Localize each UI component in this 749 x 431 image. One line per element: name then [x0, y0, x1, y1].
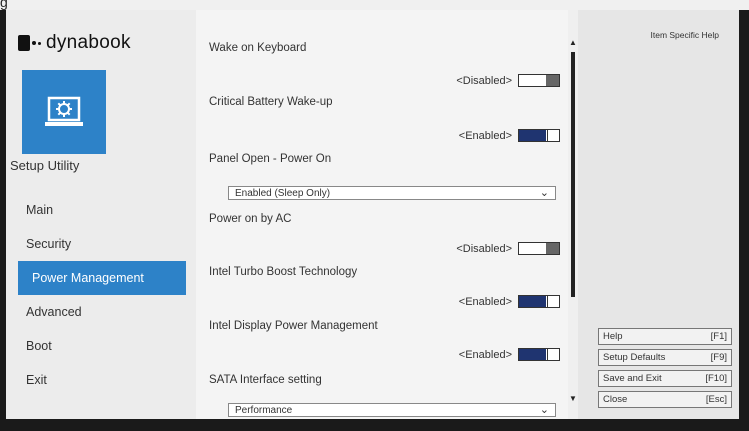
arrow-up-icon[interactable]: ▲: [569, 38, 577, 47]
sata-dropdown[interactable]: Performance ⌄: [228, 403, 556, 417]
settings-scrollbar[interactable]: ▲ ▼: [568, 10, 578, 419]
save-and-exit-key-button[interactable]: Save and Exit [F10]: [598, 370, 732, 387]
key-shortcut: [F1]: [710, 331, 727, 342]
critical-battery-toggle[interactable]: [518, 129, 560, 142]
turbo-boost-value: <Enabled>: [458, 295, 512, 308]
chevron-down-icon: ⌄: [539, 404, 549, 416]
critical-battery-control[interactable]: <Enabled>: [459, 129, 560, 142]
panel-open-label: Panel Open - Power On: [209, 153, 332, 165]
display-power-control[interactable]: <Enabled>: [459, 348, 560, 361]
turbo-boost-control[interactable]: <Enabled>: [459, 295, 560, 308]
sidebar-item-power-management[interactable]: Power Management: [18, 261, 186, 295]
display-power-toggle[interactable]: [518, 348, 560, 361]
screen-bezel-top: g: [0, 0, 749, 10]
turbo-boost-toggle[interactable]: [518, 295, 560, 308]
turbo-boost-label: Intel Turbo Boost Technology: [209, 266, 358, 278]
settings-panel: Wake on Keyboard <Disabled> Critical Bat…: [196, 10, 568, 419]
panel-open-value: Enabled (Sleep Only): [235, 188, 331, 199]
power-on-ac-toggle[interactable]: [518, 242, 560, 255]
key-shortcut: [F10]: [705, 373, 727, 384]
power-on-ac-label: Power on by AC: [209, 213, 292, 225]
display-power-label: Intel Display Power Management: [209, 320, 378, 332]
power-on-ac-value: <Disabled>: [456, 242, 512, 255]
sata-label: SATA Interface setting: [209, 374, 322, 386]
sata-value: Performance: [235, 405, 293, 416]
power-on-ac-control[interactable]: <Disabled>: [456, 242, 560, 255]
chevron-down-icon: ⌄: [539, 187, 549, 199]
help-panel: Item Specific Help Help [F1] Setup Defau…: [578, 10, 739, 419]
key-shortcut: [Esc]: [705, 394, 727, 405]
bios-screen: dynabook Setup Utility Main Security Pow…: [6, 10, 739, 419]
key-label: Setup Defaults: [603, 352, 666, 363]
key-shortcut: [F9]: [710, 352, 727, 363]
wake-on-keyboard-label: Wake on Keyboard: [209, 42, 307, 54]
wake-on-keyboard-toggle[interactable]: [518, 74, 560, 87]
panel-open-dropdown[interactable]: Enabled (Sleep Only) ⌄: [228, 186, 556, 200]
wake-on-keyboard-value: <Disabled>: [456, 74, 512, 87]
laptop-gear-icon: [45, 96, 83, 126]
help-key-button[interactable]: Help [F1]: [598, 328, 732, 345]
key-label: Close: [603, 394, 628, 405]
brand-name: dynabook: [46, 32, 131, 53]
arrow-down-icon[interactable]: ▼: [569, 394, 577, 403]
dynabook-logo-icon: [18, 35, 41, 51]
help-title: Item Specific Help: [650, 30, 720, 40]
display-power-value: <Enabled>: [458, 348, 512, 361]
key-legend: Help [F1] Setup Defaults [F9] Save and E…: [598, 328, 732, 412]
sidebar: dynabook Setup Utility Main Security Pow…: [6, 10, 196, 419]
critical-battery-value: <Enabled>: [458, 129, 512, 142]
critical-battery-label: Critical Battery Wake-up: [209, 96, 333, 108]
brand-logo: dynabook: [18, 32, 131, 54]
key-label: Save and Exit: [603, 373, 662, 384]
setup-defaults-key-button[interactable]: Setup Defaults [F9]: [598, 349, 732, 366]
scrollbar-thumb[interactable]: [571, 52, 575, 297]
setup-utility-label: Setup Utility: [10, 158, 80, 173]
sidebar-item-exit[interactable]: Exit: [6, 363, 196, 397]
bezel-text: g: [0, 0, 8, 10]
sidebar-item-main[interactable]: Main: [6, 193, 196, 227]
setup-utility-tile: [22, 70, 106, 154]
sidebar-item-security[interactable]: Security: [6, 227, 196, 261]
close-key-button[interactable]: Close [Esc]: [598, 391, 732, 408]
wake-on-keyboard-control[interactable]: <Disabled>: [456, 74, 560, 87]
sidebar-item-advanced[interactable]: Advanced: [6, 295, 196, 329]
sidebar-item-boot[interactable]: Boot: [6, 329, 196, 363]
key-label: Help: [603, 331, 623, 342]
sidebar-nav: Main Security Power Management Advanced …: [6, 193, 196, 397]
